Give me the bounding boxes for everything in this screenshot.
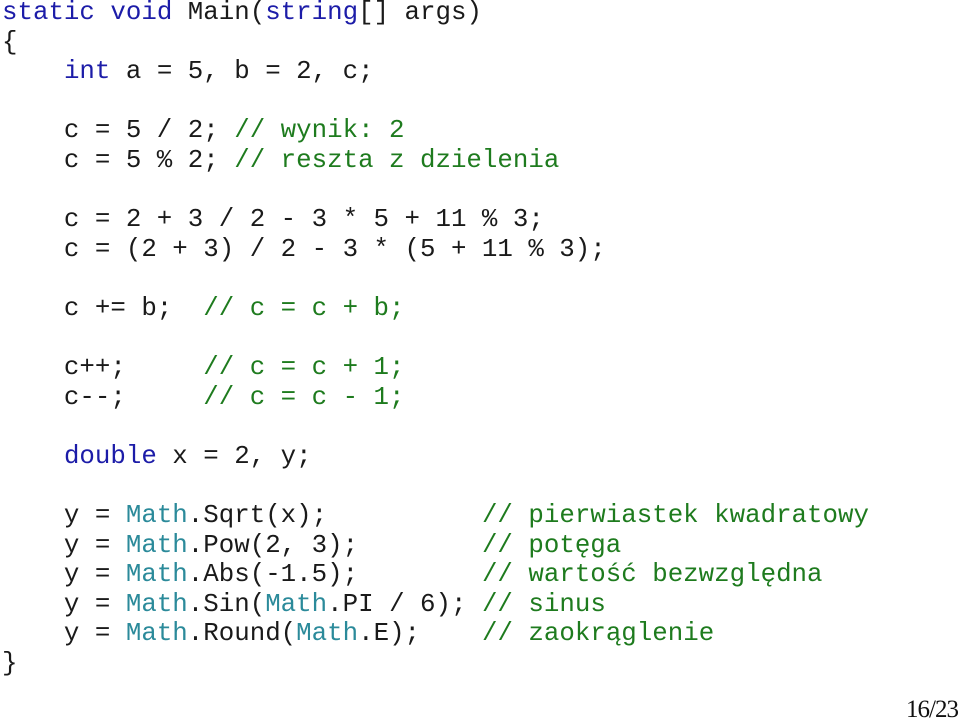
comment-token: // zaokrąglenie [481,619,715,649]
code-line: c += b; // c = c + b; [2,294,869,324]
keyword-token: double [63,441,157,471]
comment-token: // pierwiastek kwadratowy [481,501,869,531]
keyword-token: void [110,0,173,27]
code-line: c = (2 + 3) / 2 - 3 * (5 + 11 % 3); [2,235,869,265]
code-line: y = Math.Round(Math.E); // zaokrąglenie [2,619,869,649]
class-token: Math [265,589,328,619]
comment-token: // c = c - 1; [203,382,405,412]
code-text: c--; [2,382,204,412]
code-text: .Sqrt(x); [187,501,482,531]
code-line: static void Main(string[] args) [2,0,869,28]
code-text: } [2,649,18,679]
code-text: y = [2,619,126,649]
code-text: a = 5, b = 2, c; [110,57,374,87]
code-text: c++; [2,353,204,383]
code-text: .Abs(-1.5); [187,560,482,590]
code-line: c = 5 % 2; // reszta z dzielenia [2,146,869,176]
code-listing: static void Main(string[] args){ int a =… [2,0,869,679]
code-text: Main( [172,0,266,27]
comment-token: // reszta z dzielenia [234,145,560,175]
code-text: .Sin( [187,589,266,619]
code-text: .Round( [187,619,297,649]
code-text: { [2,27,18,57]
code-line: { [2,28,869,58]
comment-token: // wartość bezwzględna [481,560,823,590]
comment-token: // wynik: 2 [234,116,405,146]
code-line: double x = 2, y; [2,442,869,472]
code-text: .Pow(2, 3); [187,530,482,560]
code-text: c = 5 / 2; [2,116,235,146]
class-token: Math [125,501,188,531]
code-line: c = 2 + 3 / 2 - 3 * 5 + 11 % 3; [2,205,869,235]
keyword-token: int [63,57,111,87]
keyword-token: static [2,0,95,27]
page-indicator: 16/23 [906,696,959,723]
comment-token: // sinus [481,589,606,619]
code-text: .PI / 6); [327,589,482,619]
code-text: c += b; [2,293,204,323]
code-text: c = (2 + 3) / 2 - 3 * (5 + 11 % 3); [2,234,606,264]
code-line: c = 5 / 2; // wynik: 2 [2,116,869,146]
keyword-token: string [265,0,359,27]
code-text: .E); [358,619,482,649]
comment-token: // potęga [481,530,622,560]
code-text: y = [2,560,126,590]
code-text: y = [2,589,126,619]
code-line: c++; // c = c + 1; [2,353,869,383]
class-token: Math [125,619,188,649]
class-token: Math [125,530,188,560]
code-text: c = 2 + 3 / 2 - 3 * 5 + 11 % 3; [2,205,544,235]
code-text: c = 5 % 2; [2,145,235,175]
code-line: y = Math.Pow(2, 3); // potęga [2,531,869,561]
class-token: Math [296,619,359,649]
code-line: int a = 5, b = 2, c; [2,57,869,87]
code-text: y = [2,530,126,560]
code-line: y = Math.Sqrt(x); // pierwiastek kwadrat… [2,501,869,531]
comment-token: // c = c + b; [203,293,405,323]
class-token: Math [125,589,188,619]
comment-token: // c = c + 1; [203,353,405,383]
code-text: [] args) [358,0,482,27]
code-text: x = 2, y; [156,441,312,471]
code-line: y = Math.Sin(Math.PI / 6); // sinus [2,590,869,620]
class-token: Math [125,560,188,590]
code-line: y = Math.Abs(-1.5); // wartość bezwzględ… [2,560,869,590]
code-text: y = [2,501,126,531]
code-line: } [2,649,869,679]
code-line: c--; // c = c - 1; [2,383,869,413]
